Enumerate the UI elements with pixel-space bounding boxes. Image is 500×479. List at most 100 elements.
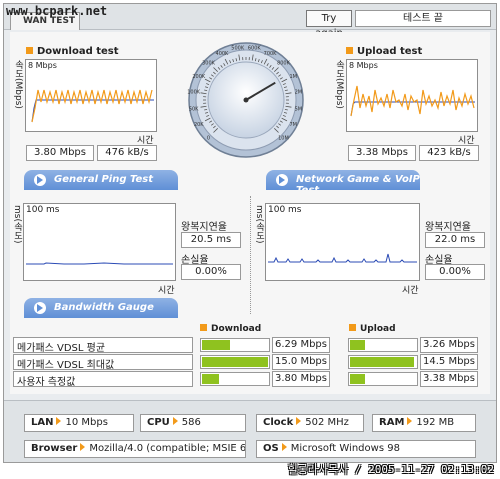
orange-triangle-icon	[56, 417, 62, 425]
os-info: OS Microsoft Windows 98	[256, 440, 476, 458]
gauge-tick-label: 500K	[231, 46, 245, 52]
download-title-text: Download test	[37, 46, 119, 57]
browser-value: Mozilla/4.0 (compatible; MSIE 6.0	[89, 443, 246, 454]
gauge-tick-label: 1M	[289, 74, 297, 80]
game-latency-label: 왕복지연율	[425, 222, 471, 233]
cpu-value: 586	[181, 417, 201, 428]
bw-download-header: Download	[200, 324, 261, 334]
bandwidth-row-label: 메가패스 VDSL 평균	[13, 337, 193, 354]
ping-xlabel: 시간	[158, 286, 175, 296]
download-bar	[200, 372, 270, 386]
orange-triangle-icon	[407, 417, 413, 425]
upload-bar	[348, 372, 418, 386]
arrow-circle-icon	[34, 174, 46, 186]
orange-triangle-icon	[296, 417, 302, 425]
gauge-tick-label: 800K	[277, 61, 291, 67]
download-graph	[31, 89, 154, 123]
download-bar-fill	[202, 374, 219, 384]
clock-value: 502 MHz	[305, 417, 349, 428]
gauge-tick-label: 0	[207, 135, 210, 141]
game-latency: 22.0 ms	[425, 232, 485, 248]
upload-graph	[350, 85, 475, 117]
bandwidth-tab-label: Bandwidth Gauge	[54, 302, 154, 313]
ping-line	[26, 262, 173, 265]
tab-network-game-voip[interactable]: Network Game & VoIP Test	[266, 170, 420, 196]
download-bar-fill	[202, 340, 230, 350]
try-again-button[interactable]: Try again	[306, 10, 352, 39]
footer-caption: 힐롱라사목사 / 2005-11-27 02:13:02	[287, 463, 494, 476]
watermark: www.bcpark.net	[6, 4, 108, 18]
game-xlabel: 시간	[402, 286, 419, 296]
ram-label: RAM	[379, 417, 405, 428]
gauge-tick-label: 300K	[202, 61, 216, 67]
upload-value: 3.26 Mbps	[420, 337, 478, 353]
speed-gauge: 0 20K 50K 100K 200K 300K400K500K 600K700K 800K 1…	[187, 42, 304, 158]
upload-bar	[348, 355, 418, 369]
download-chart: 8 Mbps	[25, 59, 157, 132]
ping-latency: 20.5 ms	[181, 232, 241, 248]
gauge-tick-label: 400K	[216, 51, 230, 57]
upload-bar-fill	[350, 357, 414, 367]
orange-square-icon	[346, 47, 353, 54]
gauge-hub	[243, 97, 249, 103]
browser-info: Browser Mozilla/4.0 (compatible; MSIE 6.0	[24, 440, 246, 458]
bw-download-header-text: Download	[211, 324, 262, 334]
ram-value: 192 MB	[416, 417, 455, 428]
cpu-info: CPU 586	[140, 414, 246, 432]
arrow-circle-icon	[34, 302, 46, 314]
ram-info: RAM 192 MB	[372, 414, 476, 432]
clock-label: Clock	[263, 417, 294, 428]
game-graph	[268, 253, 417, 263]
orange-square-icon	[26, 47, 33, 54]
upload-chart: 8 Mbps	[346, 59, 478, 132]
gauge-tick-label: 20K	[194, 122, 204, 128]
gauge-tick-label: 5M	[295, 106, 303, 112]
download-value: 15.0 Mbps	[272, 354, 330, 370]
download-bar-fill	[202, 357, 268, 367]
orange-square-icon	[200, 324, 207, 331]
ping-tab-label: General Ping Test	[54, 174, 154, 185]
gauge-tick-label: 100K	[187, 90, 201, 96]
bw-upload-header: Upload	[349, 324, 396, 334]
os-label: OS	[263, 443, 279, 454]
upload-ylabel: 속도(Mbps)	[334, 60, 344, 109]
game-chart: 100 ms	[265, 203, 420, 281]
gauge-tick-label: 700K	[264, 51, 278, 57]
gauge-tick-label: 200K	[192, 74, 206, 80]
upload-value: 14.5 Mbps	[420, 354, 478, 370]
download-bar	[200, 355, 270, 369]
orange-triangle-icon	[172, 417, 178, 425]
gauge-tick-label: 2M	[295, 90, 303, 96]
arrow-circle-icon	[276, 174, 288, 186]
gauge-tick-label: 50K	[189, 106, 199, 112]
ping-latency-label: 왕복지연율	[181, 222, 227, 233]
browser-label: Browser	[31, 443, 78, 454]
orange-triangle-icon	[281, 443, 287, 451]
upload-bar	[348, 338, 418, 352]
game-line	[268, 253, 417, 263]
ping-graph	[26, 262, 173, 265]
upload-kbs: 423 kB/s	[419, 145, 479, 161]
cpu-label: CPU	[147, 417, 170, 428]
tab-general-ping-test[interactable]: General Ping Test	[24, 170, 178, 190]
clock-info: Clock 502 MHz	[256, 414, 364, 432]
upload-title-text: Upload test	[357, 46, 423, 57]
lan-value: 10 Mbps	[65, 417, 108, 428]
upload-mbps: 3.38 Mbps	[348, 145, 416, 161]
game-loss: 0.00%	[425, 264, 485, 280]
lan-label: LAN	[31, 417, 54, 428]
download-value: 6.29 Mbps	[272, 337, 330, 353]
bw-upload-header-text: Upload	[360, 324, 396, 334]
download-bar	[200, 338, 270, 352]
tab-bandwidth-gauge[interactable]: Bandwidth Gauge	[24, 298, 178, 318]
gauge-tick-label: 10M	[278, 135, 289, 141]
download-ylabel: 속도(Mbps)	[13, 60, 23, 109]
upload-bar-fill	[350, 374, 365, 384]
upload-bar-fill	[350, 340, 365, 350]
ping-chart: 100 ms	[23, 203, 176, 281]
gauge-tick-label: 600K	[248, 46, 262, 52]
download-speed-line	[31, 89, 153, 123]
ping-loss: 0.00%	[181, 264, 241, 280]
lan-info: LAN 10 Mbps	[24, 414, 134, 432]
gauge-tick-label: 7M	[289, 122, 297, 128]
